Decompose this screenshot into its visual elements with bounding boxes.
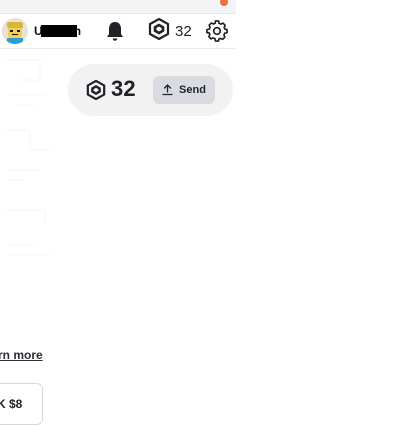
notification-dot — [220, 0, 228, 6]
bottom-card-text: K $8 — [0, 397, 23, 411]
header-bar: U n 32 — [0, 14, 236, 49]
send-button-label: Send — [179, 84, 206, 96]
upload-icon — [162, 84, 173, 96]
user-chip[interactable]: U n — [2, 18, 83, 44]
robux-balance-amount: 32 — [111, 76, 136, 101]
top-strip — [0, 0, 236, 14]
robux-icon — [86, 79, 106, 101]
avatar[interactable] — [2, 18, 28, 44]
avatar-icon — [2, 18, 28, 44]
learn-more-link[interactable]: rn more — [0, 348, 43, 362]
robux-amount-header: 32 — [175, 22, 192, 40]
gear-icon[interactable] — [206, 20, 228, 42]
username-redaction — [41, 25, 77, 37]
send-button[interactable]: Send — [153, 76, 215, 104]
robux-balance-card: 32 Send — [68, 64, 233, 116]
robux-balance-header[interactable]: 32 — [148, 17, 192, 45]
bell-icon[interactable] — [104, 20, 126, 42]
bottom-card[interactable]: K $8 — [0, 383, 43, 425]
background-pattern — [5, 59, 50, 256]
username[interactable]: U n — [34, 24, 83, 38]
robux-icon — [148, 17, 170, 45]
